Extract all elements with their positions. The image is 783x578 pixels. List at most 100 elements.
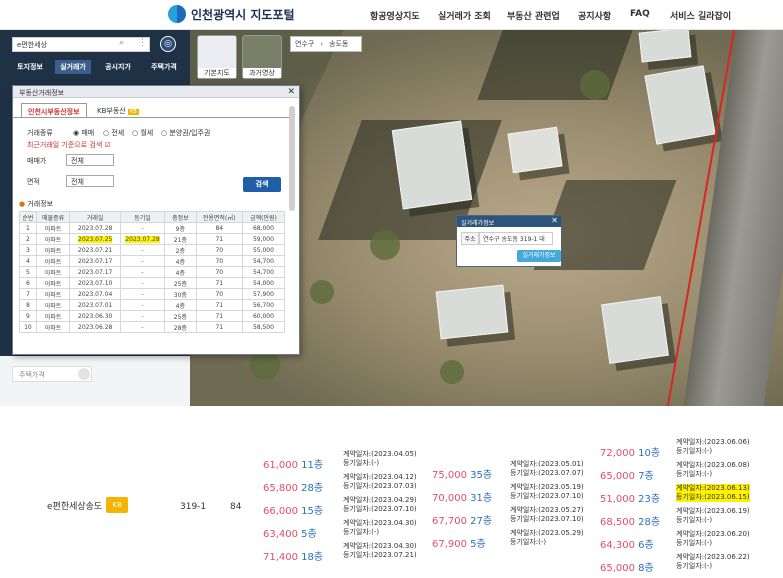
popup-close-icon[interactable]: ✕: [551, 216, 558, 225]
table-cell: 아파트: [35, 299, 71, 311]
price-value: 63,400: [263, 529, 302, 540]
table-row[interactable]: 3 아파트 2023.07.21-2층 70 55,000: [19, 244, 286, 256]
date-entry: 계약일자:(2023.04.30) 등기일자:(-): [343, 519, 417, 536]
maptype-basic[interactable]: 기본지도: [197, 35, 237, 79]
tab-house-price[interactable]: 주택가격: [146, 60, 182, 74]
price-entry: 65,000 7층: [600, 467, 654, 482]
price-value: 68,500: [600, 517, 639, 528]
trade-table: 순번 매물종류 거래일 등기일 층정보 전용면적(㎡) 금액(만원) 1 아파트 2023.07…: [19, 211, 286, 333]
nav-guide[interactable]: 서비스 길라잡이: [670, 9, 731, 22]
table-row[interactable]: 5 아파트 2023.07.17-4층 70 54,700: [19, 266, 286, 278]
table-row[interactable]: 8 아파트 2023.07.01-4층 71 56,700: [19, 299, 286, 311]
logo-text: 인천광역시 지도포털: [191, 7, 295, 22]
breadcrumb-district: 연수구: [295, 40, 315, 48]
check-icon[interactable]: [78, 368, 90, 380]
close-icon[interactable]: ✕: [287, 87, 295, 97]
floor-value: 15층: [301, 506, 324, 517]
table-cell: 아파트: [35, 310, 71, 322]
floor-value: 23층: [638, 494, 661, 505]
table-cell: 71: [195, 299, 243, 311]
date-entry: 계약일자:(2023.06.13) 등기일자:(2023.06.15): [676, 484, 750, 502]
tab-real-price[interactable]: 실거래가: [55, 60, 91, 74]
table-cell: 54,700: [241, 266, 286, 278]
floor-value: 7층: [638, 471, 654, 482]
nav-faq[interactable]: FAQ: [630, 9, 650, 19]
recent-note[interactable]: 최근거래일 기준으로 검색 ☑: [27, 140, 111, 150]
table-cell: 8: [19, 299, 37, 311]
table-cell: -: [119, 244, 166, 256]
nav-aerial-map[interactable]: 항공영상지도: [370, 9, 420, 22]
price-value: 61,000: [263, 460, 302, 471]
table-row[interactable]: 9 아파트 2023.06.30-25층 71 60,000: [19, 310, 286, 322]
price-value: 66,000: [263, 506, 302, 517]
kb-badge: KB: [127, 109, 139, 115]
price-entry: 64,300 6층: [600, 536, 654, 551]
price-value: 65,800: [263, 483, 302, 494]
radio-presale[interactable]: ○ 분양권/입주권: [161, 128, 210, 138]
table-cell: 55,000: [241, 244, 286, 256]
tab-kb-realestate[interactable]: KB부동산 KB: [91, 103, 145, 118]
search-button[interactable]: 검색: [243, 177, 281, 192]
table-row[interactable]: 10 아파트 2023.06.28-28층 71 58,500: [19, 321, 286, 333]
price-entry: 66,000 15층: [263, 502, 323, 517]
floor-value: 10층: [638, 448, 661, 459]
price-value: 71,400: [263, 552, 302, 563]
table-cell: 54,000: [241, 277, 286, 289]
table-cell: 2023.07.17: [69, 266, 121, 278]
tab-incheon-info[interactable]: 인천시부동산정보: [21, 103, 87, 118]
breadcrumb-dong: 송도동: [329, 40, 349, 48]
table-cell: 9: [19, 310, 37, 322]
radio-sale[interactable]: ◉ 매매: [73, 128, 94, 138]
table-cell: 아파트: [35, 222, 71, 234]
nav-notice[interactable]: 공지사항: [578, 9, 611, 22]
table-cell: 4층: [164, 299, 197, 311]
tab-public-price[interactable]: 공시지가: [100, 60, 136, 74]
price-value: 64,300: [600, 540, 639, 551]
table-cell: 70: [195, 288, 243, 300]
table-cell: 2023.07.17: [69, 255, 121, 267]
floor-value: 11층: [301, 460, 324, 471]
table-cell: 7: [19, 288, 37, 300]
table-row[interactable]: 4 아파트 2023.07.17-4층 70 54,700: [19, 255, 286, 267]
area-select[interactable]: 전체: [66, 175, 114, 187]
date-entry: 계약일자:(2023.06.06) 등기일자:(-): [676, 438, 750, 455]
date-entry: 계약일자:(2023.06.19) 등기일자:(-): [676, 507, 750, 524]
table-cell: 2023.06.28: [69, 321, 121, 333]
date-entry: 계약일자:(2023.05.19) 등기일자:(2023.07.10): [510, 483, 584, 500]
popup-address-row: 주소 연수구 송도동 319-1 대: [461, 232, 553, 245]
portal-logo[interactable]: 인천광역시 지도포털: [168, 5, 295, 23]
radio-monthly[interactable]: ○ 월세: [132, 128, 153, 138]
tab-land-info[interactable]: 토지정보: [12, 60, 48, 74]
more-icon[interactable]: ⋮: [138, 38, 147, 48]
checkbox-icon: ☑: [104, 141, 111, 149]
dialog-scrollbar[interactable]: [289, 106, 295, 211]
table-cell: 70: [195, 266, 243, 278]
price-entry: 75,000 35층: [432, 466, 492, 481]
table-row[interactable]: 1 아파트 2023.07.28-9층 84 68,000: [19, 222, 286, 234]
location-button[interactable]: ◎: [160, 36, 176, 52]
search-input[interactable]: e편한세상: [12, 37, 150, 52]
price-select[interactable]: 전체: [66, 154, 114, 166]
price-entry: 67,700 27층: [432, 512, 492, 527]
maptype-past-image[interactable]: 과거영상: [242, 35, 282, 79]
table-row[interactable]: 2 아파트 2023.07.25 2023.07.28 21층 71 59,000: [19, 233, 286, 245]
floor-value: 6층: [638, 540, 654, 551]
nav-real-price[interactable]: 실거래가 조회: [438, 9, 491, 22]
table-cell: 4: [19, 255, 37, 267]
nav-realestate[interactable]: 부동산 관련업: [507, 9, 560, 22]
price-entry: 65,000 8층: [600, 559, 654, 574]
breadcrumb[interactable]: 연수구 › 송도동: [290, 36, 362, 52]
table-cell: 5: [19, 266, 37, 278]
table-row[interactable]: 6 아파트 2023.07.10-25층 71 54,000: [19, 277, 286, 289]
area-label: 면적: [27, 178, 40, 186]
table-row[interactable]: 7 아파트 2023.07.04-30층 70 57,900: [19, 288, 286, 300]
table-cell: 58,500: [241, 321, 286, 333]
price-value: 67,900: [432, 539, 471, 550]
popup-price-button[interactable]: 실거래가정보: [517, 250, 561, 262]
table-cell: 2023.06.30: [69, 310, 121, 322]
search-icon[interactable]: ⌕: [119, 38, 124, 48]
table-header: 등기일: [119, 211, 166, 223]
radio-jeonse[interactable]: ○ 전세: [103, 128, 124, 138]
price-entry: 65,800 28층: [263, 479, 323, 494]
table-header: 거래일: [69, 211, 121, 223]
